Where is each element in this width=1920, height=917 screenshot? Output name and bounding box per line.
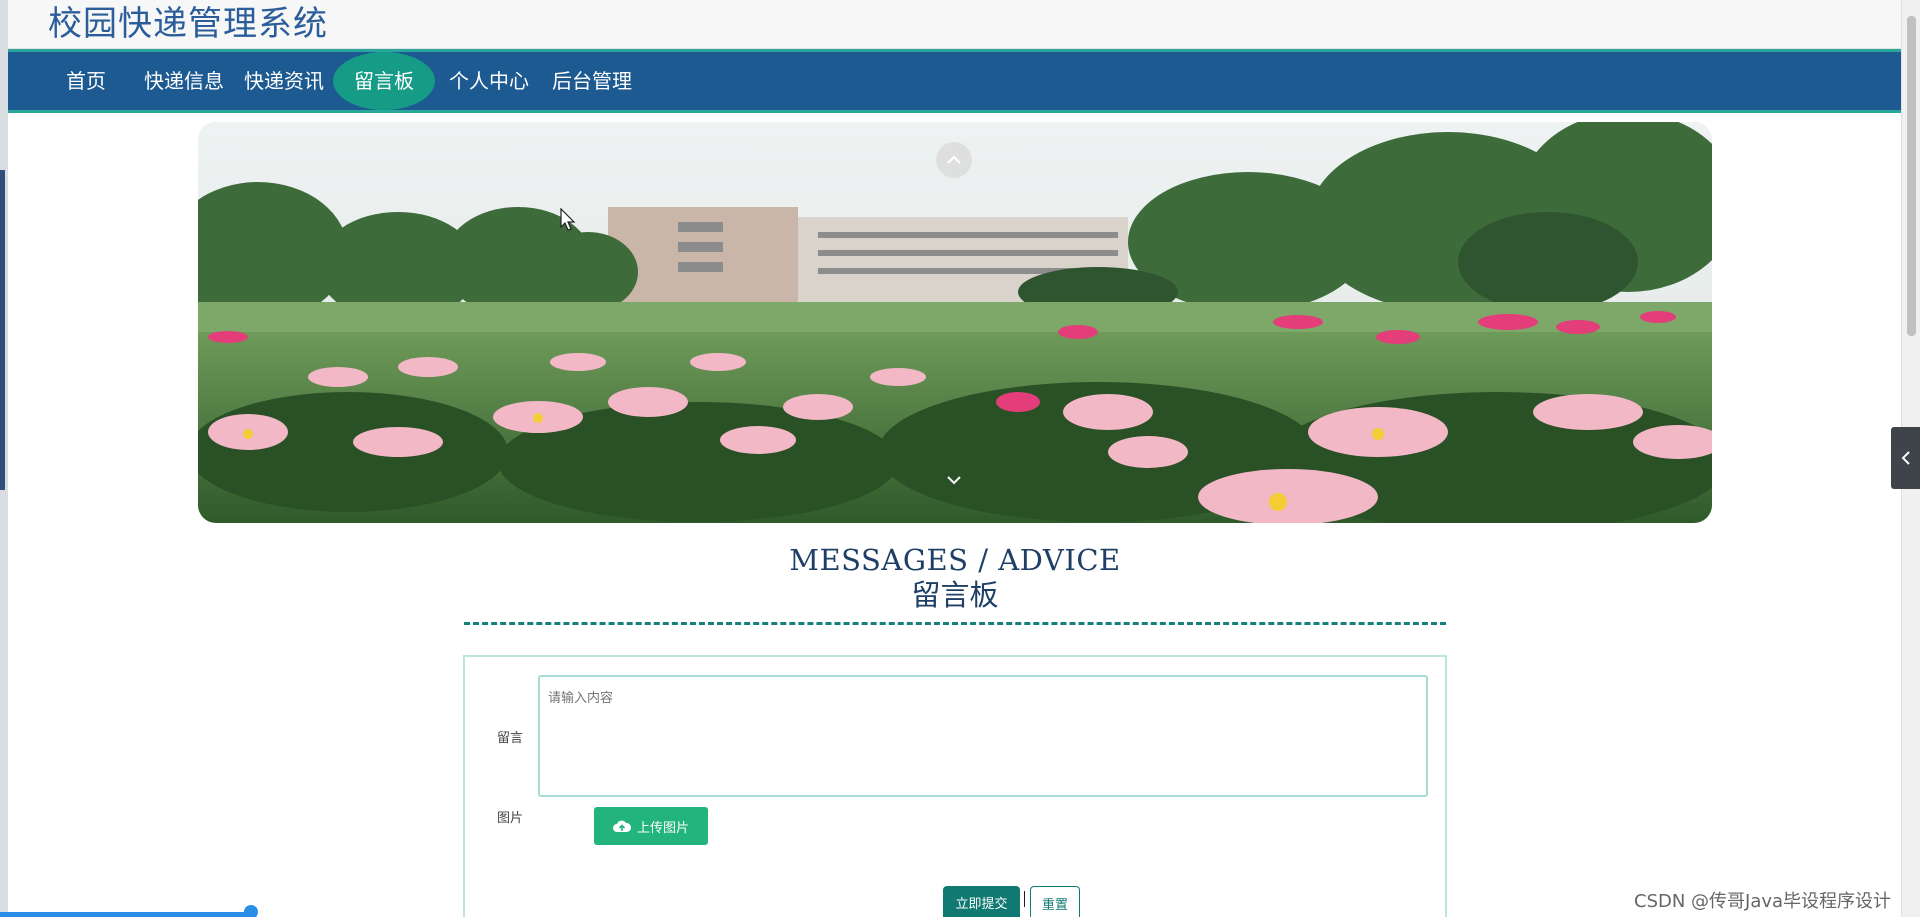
nav-item-message-board[interactable]: 留言板 — [333, 52, 435, 110]
message-form: 留言 图片 上传图片 立即提交 重置 — [463, 655, 1447, 917]
reset-button[interactable]: 重置 — [1030, 886, 1080, 917]
text-caret — [1024, 891, 1025, 907]
banner-next-button[interactable] — [936, 462, 972, 498]
window-edge — [0, 0, 8, 917]
mouse-cursor-icon — [560, 208, 576, 231]
top-bar: 校园快递管理系统 — [8, 0, 1901, 49]
chevron-up-icon — [947, 155, 961, 164]
cloud-upload-icon — [612, 820, 631, 832]
upload-image-label: 上传图片 — [636, 819, 689, 835]
nav-item-personal-center[interactable]: 个人中心 — [443, 55, 535, 107]
progress-handle[interactable] — [244, 905, 258, 917]
nav-item-admin[interactable]: 后台管理 — [546, 55, 638, 107]
video-progress-bar[interactable] — [0, 912, 250, 917]
nav-item-express-info[interactable]: 快递信息 — [138, 55, 230, 107]
submit-button[interactable]: 立即提交 — [943, 886, 1020, 917]
banner-carousel[interactable] — [198, 122, 1712, 523]
section-heading: MESSAGES / ADVICE 留言板 — [464, 542, 1446, 612]
watermark: CSDN @传哥Java毕设程序设计 — [1634, 891, 1892, 912]
main-nav: 首页 快递信息 快递资讯 留言板 个人中心 后台管理 — [8, 49, 1901, 113]
nav-item-express-news[interactable]: 快递资讯 — [238, 55, 330, 107]
nav-item-home[interactable]: 首页 — [50, 55, 122, 107]
heading-divider — [464, 622, 1446, 625]
image-label: 图片 — [497, 811, 524, 826]
message-label: 留言 — [497, 731, 524, 746]
side-panel-toggle[interactable] — [1891, 427, 1920, 489]
section-title-en: MESSAGES / ADVICE — [789, 543, 1121, 577]
banner-prev-button[interactable] — [936, 142, 972, 178]
chevron-left-icon — [1901, 451, 1910, 465]
scrollbar-thumb[interactable] — [1907, 16, 1916, 336]
site-title: 校园快递管理系统 — [48, 4, 328, 44]
page: 校园快递管理系统 首页 快递信息 快递资讯 留言板 个人中心 后台管理 MESS… — [0, 0, 1920, 917]
upload-image-button[interactable]: 上传图片 — [594, 807, 708, 845]
message-textarea[interactable] — [538, 675, 1428, 797]
section-title-cn: 留言板 — [911, 578, 999, 612]
chevron-down-icon — [947, 476, 961, 485]
